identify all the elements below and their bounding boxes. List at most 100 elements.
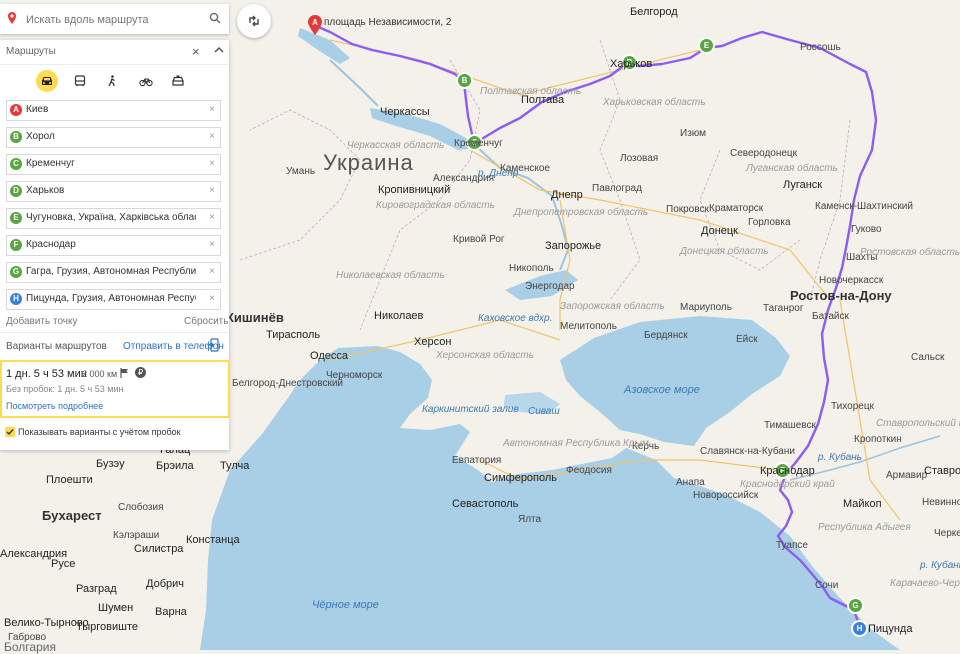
- remove-icon[interactable]: ×: [209, 104, 215, 115]
- traffic-option[interactable]: Показывать варианты с учётом пробок: [0, 420, 229, 446]
- region-label: Краснодарский край: [740, 479, 835, 490]
- traffic-checkbox[interactable]: [5, 427, 15, 437]
- water-label: Сиваш: [528, 406, 560, 417]
- region-label: Ставропольский край: [876, 418, 960, 429]
- region-label: Запорожская область: [560, 301, 665, 312]
- routes-panel: Маршруты × A Киев × B Хорол × C Кременчу…: [0, 40, 230, 450]
- traffic-option-label: Показывать варианты с учётом пробок: [18, 427, 181, 437]
- city-label: Луганск: [783, 179, 823, 191]
- city-label: Таганрог: [763, 303, 804, 314]
- add-point-link[interactable]: Добавить точку: [6, 316, 77, 327]
- remove-icon[interactable]: ×: [209, 239, 215, 250]
- city-label: Бухарест: [42, 508, 102, 523]
- toll-road-icon: ₽: [135, 367, 146, 378]
- city-label: Славянск-на-Кубани: [700, 446, 795, 457]
- city-label: Черкесск: [934, 528, 960, 539]
- city-label: Гуково: [851, 224, 882, 235]
- flag-icon: [120, 368, 128, 378]
- city-label: Умань: [286, 166, 316, 177]
- check-icon: [6, 429, 14, 436]
- region-label: Автономная Республика Крым: [503, 438, 649, 449]
- city-label: Силистра: [134, 543, 184, 555]
- mode-car[interactable]: [36, 70, 58, 92]
- route-search-input[interactable]: [24, 10, 206, 30]
- close-icon[interactable]: ×: [192, 45, 200, 58]
- route-pin-e[interactable]: E: [700, 39, 713, 52]
- route-details-link[interactable]: Посмотреть подробнее: [6, 401, 103, 411]
- region-label: Донецкая область: [680, 246, 769, 257]
- remove-icon[interactable]: ×: [209, 131, 215, 142]
- city-label: Тирасполь: [266, 329, 321, 341]
- search-icon[interactable]: [209, 12, 221, 24]
- map-pin-icon: [8, 12, 16, 24]
- region-label: Республика Адыгея: [818, 522, 911, 533]
- remove-icon[interactable]: ×: [209, 212, 215, 223]
- waypoint-field-e[interactable]: E Чугуновка, Україна, Харківська область…: [6, 208, 221, 229]
- city-label: Кропивницкий: [378, 184, 451, 196]
- city-label: Черкассы: [380, 106, 430, 118]
- route-duration: 1 дн. 5 ч 53 мин: [6, 368, 87, 380]
- reset-link[interactable]: Сбросить: [184, 316, 228, 327]
- city-label: Россошь: [800, 42, 841, 53]
- route-distance: 2 000 км: [82, 369, 118, 379]
- city-label: Констанца: [186, 534, 240, 546]
- waypoint-badge: G: [10, 266, 22, 278]
- remove-icon[interactable]: ×: [209, 158, 215, 169]
- send-to-phone-icon[interactable]: [207, 338, 219, 352]
- taxi-icon: [172, 75, 184, 86]
- city-label: Бузэу: [96, 458, 125, 470]
- waypoint-field-g[interactable]: G Гагра, Грузия, Автономная Республика А…: [6, 262, 221, 283]
- city-label: Невинномысск: [922, 497, 960, 508]
- waypoint-field-h[interactable]: H Пицунда, Грузия, Автономная Республика…: [6, 289, 221, 310]
- city-label: Краматорск: [709, 203, 764, 214]
- city-label: Новочеркасск: [819, 275, 884, 286]
- route-search-bar: [0, 4, 229, 34]
- city-label: Запорожье: [545, 240, 602, 252]
- waypoint-value: Хорол: [26, 131, 55, 142]
- mode-transit[interactable]: [69, 70, 91, 92]
- region-label: Днепропетровская область: [514, 207, 649, 218]
- waypoint-value: Краснодар: [26, 239, 76, 250]
- city-label: Сальск: [911, 352, 945, 363]
- city-label: Александрия: [0, 548, 68, 560]
- city-label: Краснодар: [760, 465, 815, 477]
- city-label: Мелитополь: [560, 321, 617, 332]
- city-label: Белгород-Днестровский: [232, 378, 343, 389]
- city-label: Одесса: [310, 350, 348, 362]
- route-pin-b[interactable]: B: [458, 74, 471, 87]
- waypoint-badge: F: [10, 239, 22, 251]
- divider: [0, 332, 229, 333]
- waypoint-field-b[interactable]: B Хорол ×: [6, 127, 221, 148]
- remove-icon[interactable]: ×: [209, 293, 215, 304]
- route-pin-g[interactable]: G: [849, 599, 862, 612]
- water-label: Каркинитский залив: [422, 404, 519, 415]
- waypoint-value: Гагра, Грузия, Автономная Республика Абх…: [26, 266, 196, 277]
- remove-icon[interactable]: ×: [209, 266, 215, 277]
- city-label: Феодосия: [566, 465, 612, 476]
- mode-bike[interactable]: [135, 70, 157, 92]
- waypoint-field-a[interactable]: A Киев ×: [6, 100, 221, 121]
- waypoint-field-d[interactable]: D Харьков ×: [6, 181, 221, 202]
- city-label: Горловка: [748, 217, 791, 228]
- mode-taxi[interactable]: [167, 70, 189, 92]
- route-option-card[interactable]: 1 дн. 5 ч 53 мин 2 000 км ₽ Без пробок: …: [0, 360, 230, 418]
- city-label: Майкоп: [843, 498, 882, 510]
- waypoint-field-f[interactable]: F Краснодар ×: [6, 235, 221, 256]
- route-pin-h[interactable]: H: [853, 622, 866, 635]
- waypoint-badge: B: [10, 131, 22, 143]
- waypoint-field-c[interactable]: C Кременчуг ×: [6, 154, 221, 175]
- start-pin-a[interactable]: A: [307, 14, 323, 36]
- city-label: Изюм: [680, 128, 707, 139]
- remove-icon[interactable]: ×: [209, 185, 215, 196]
- city-label: Пицунда: [868, 623, 913, 635]
- region-label: Херсонская область: [436, 350, 535, 361]
- region-label: Кировоградская область: [376, 200, 495, 211]
- mode-walk[interactable]: [101, 70, 123, 92]
- city-label: Кэлэраши: [113, 530, 160, 541]
- city-label: Ставрополь: [924, 465, 960, 477]
- chevron-up-icon[interactable]: [213, 44, 225, 56]
- city-label: Тулча: [220, 460, 250, 472]
- layers-button[interactable]: [237, 4, 271, 38]
- city-label: Евпатория: [452, 455, 502, 466]
- city-label: Николаев: [374, 310, 424, 322]
